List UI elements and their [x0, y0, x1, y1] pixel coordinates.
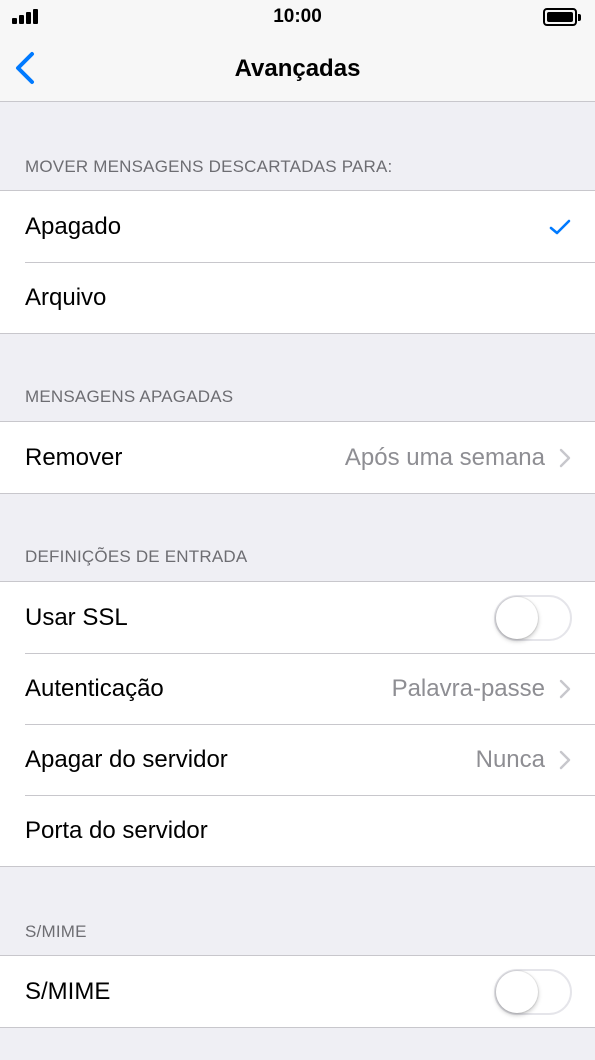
row-value: Nunca — [475, 745, 545, 773]
section-header-incoming-settings: DEFINIÇÕES DE ENTRADA — [25, 547, 248, 566]
smime-toggle[interactable] — [494, 968, 572, 1015]
row-value: Após uma semana — [344, 443, 545, 471]
status-bar: 10:00 — [0, 0, 595, 34]
chevron-right-icon — [559, 448, 571, 467]
section-header-deleted-messages: MENSAGENS APAGADAS — [25, 387, 234, 406]
row-label: Porta do servidor — [25, 816, 208, 844]
checkmark-icon — [549, 219, 571, 234]
option-arquivo[interactable]: Arquivo — [0, 262, 595, 333]
row-label: Autenticação — [25, 674, 164, 702]
authentication-row[interactable]: Autenticação Palavra-passe — [0, 653, 595, 724]
toggle-knob — [496, 970, 538, 1013]
move-discarded-group: Apagado Arquivo — [0, 190, 595, 334]
page-title: Avançadas — [234, 55, 361, 82]
status-time: 10:00 — [273, 6, 322, 27]
navigation-bar: Avançadas — [0, 34, 595, 102]
row-label: Usar SSL — [25, 603, 128, 631]
remove-row[interactable]: Remover Após uma semana — [0, 422, 595, 493]
incoming-settings-group: Usar SSL Autenticação Palavra-passe Apag… — [0, 581, 595, 867]
server-port-row[interactable]: Porta do servidor — [0, 795, 595, 866]
chevron-right-icon — [559, 679, 571, 698]
row-label: Remover — [25, 443, 123, 471]
row-label: Arquivo — [25, 283, 107, 311]
chevron-right-icon — [559, 750, 571, 769]
delete-from-server-row[interactable]: Apagar do servidor Nunca — [0, 724, 595, 795]
use-ssl-row: Usar SSL — [0, 582, 595, 653]
toggle-knob — [496, 596, 538, 639]
smime-row: S/MIME — [0, 956, 595, 1027]
row-label: Apagado — [25, 212, 122, 240]
row-value: Palavra-passe — [391, 674, 545, 702]
row-label: Apagar do servidor — [25, 745, 228, 773]
row-label: S/MIME — [25, 977, 111, 1005]
battery-icon — [543, 8, 581, 26]
option-apagado[interactable]: Apagado — [0, 191, 595, 262]
smime-group: S/MIME — [0, 955, 595, 1028]
use-ssl-toggle[interactable] — [494, 594, 572, 641]
section-header-move-discarded: MOVER MENSAGENS DESCARTADAS PARA: — [25, 157, 393, 176]
deleted-messages-group: Remover Após uma semana — [0, 421, 595, 494]
section-header-smime: S/MIME — [25, 922, 87, 941]
